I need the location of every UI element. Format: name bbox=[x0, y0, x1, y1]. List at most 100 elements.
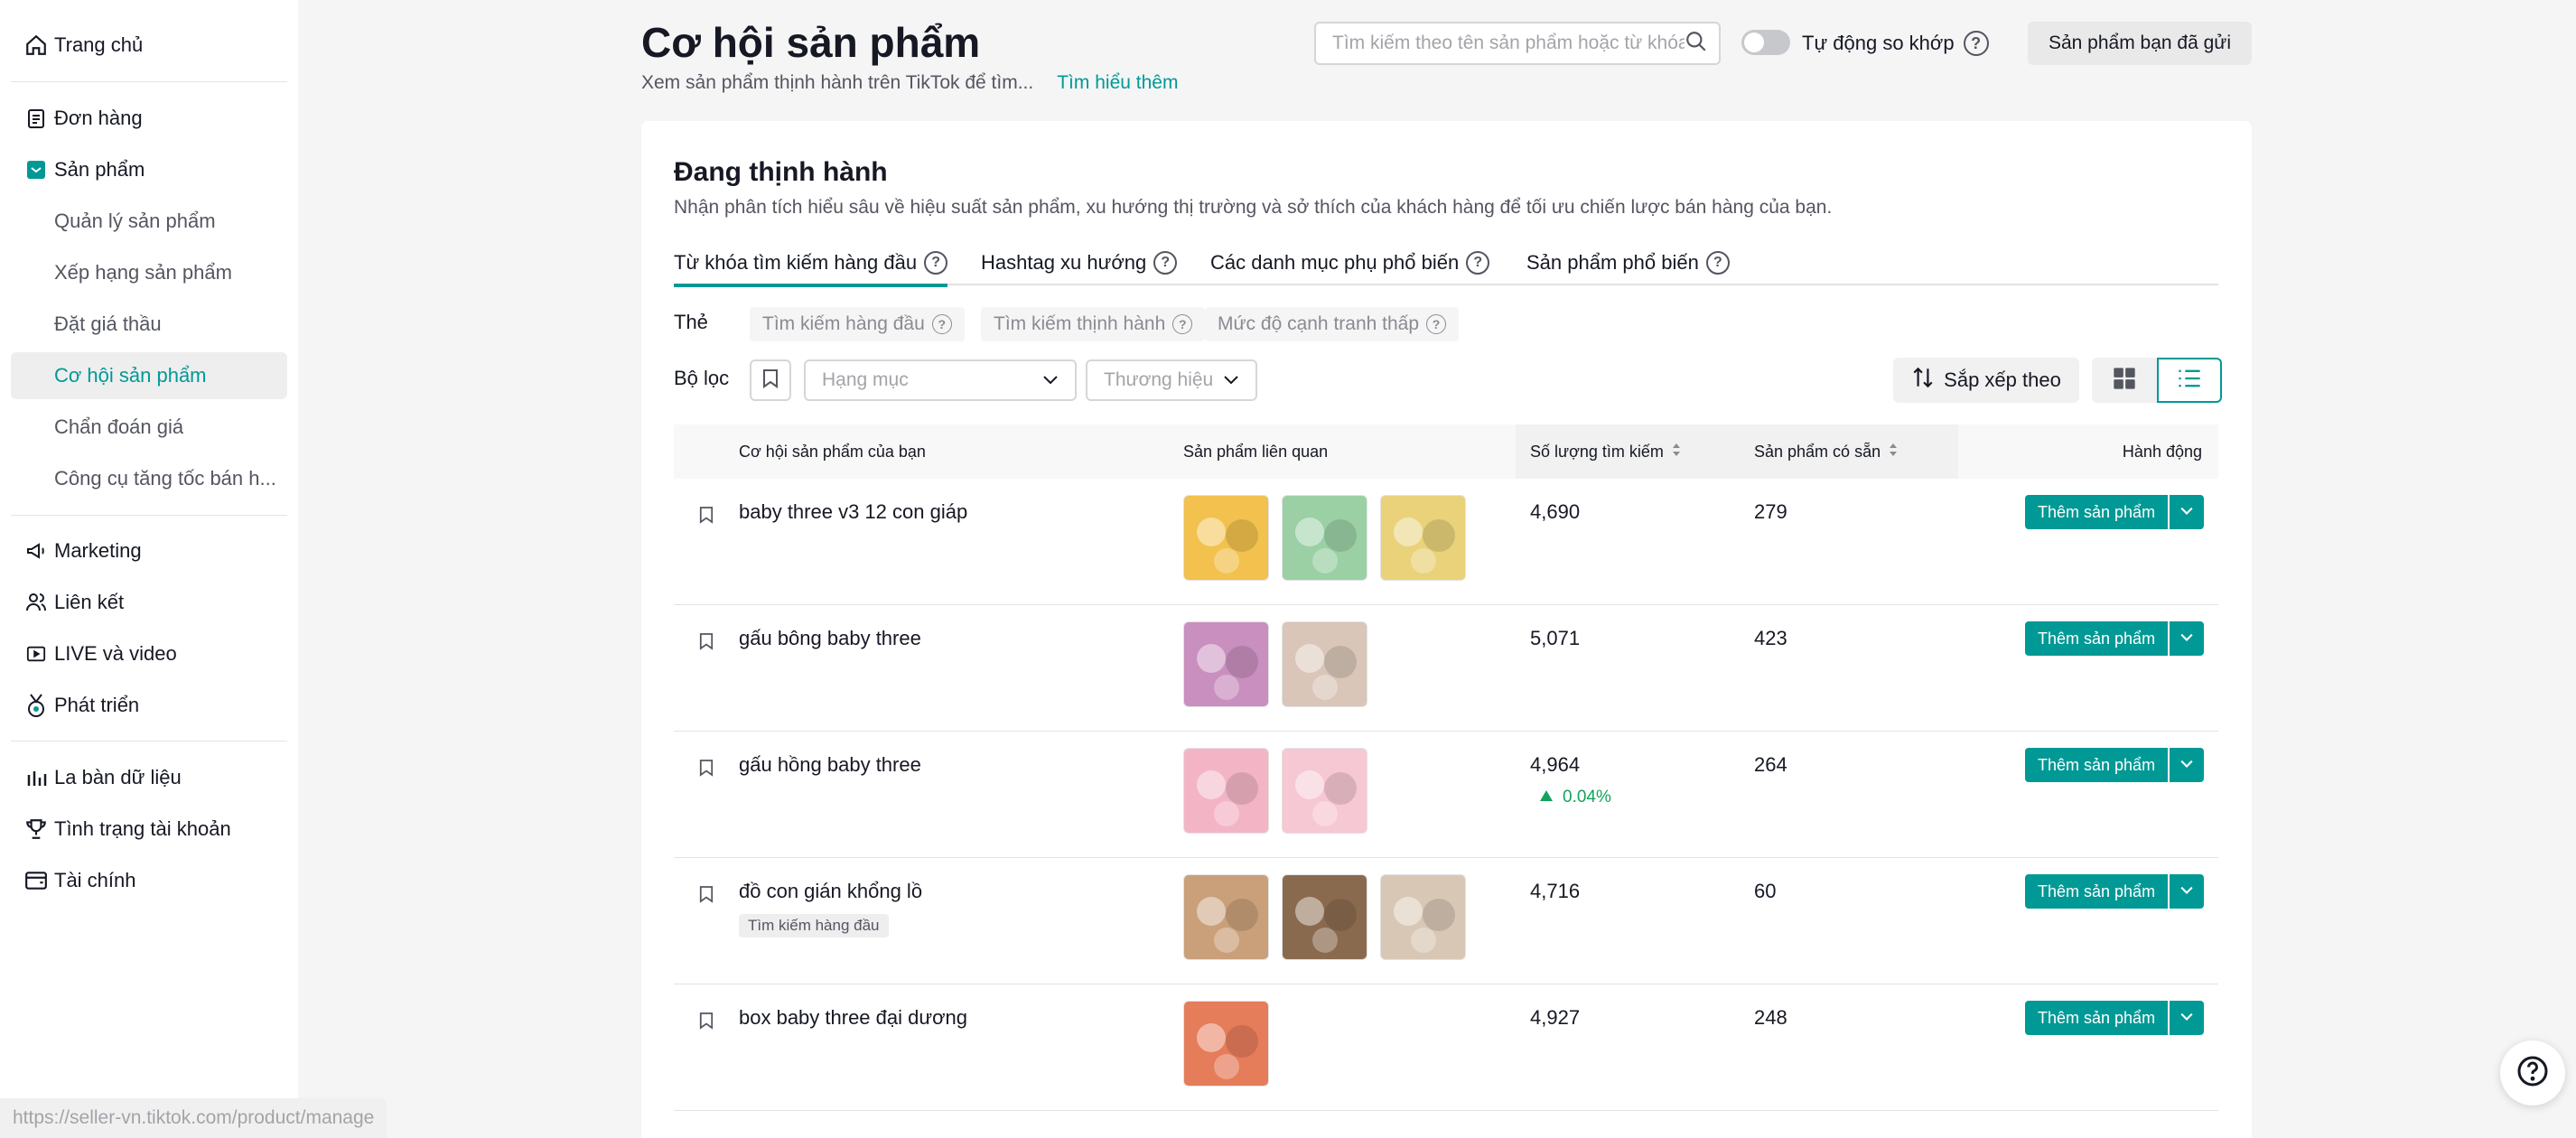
column-header-available-products[interactable]: Sản phẩm có sẵn bbox=[1741, 424, 1958, 479]
related-product-thumbnail[interactable] bbox=[1380, 495, 1466, 581]
row-actions: Thêm sản phẩm bbox=[2025, 495, 2205, 529]
bookmark-icon bbox=[762, 368, 779, 393]
sidebar-item-product-ranking[interactable]: Xếp hạng sản phẩm bbox=[11, 249, 287, 296]
learn-more-link[interactable]: Tìm hiểu thêm bbox=[1057, 72, 1178, 94]
bookmark-icon[interactable] bbox=[699, 506, 714, 528]
sidebar-item-products[interactable]: Sản phẩm bbox=[11, 146, 287, 193]
help-icon[interactable]: ? bbox=[1963, 31, 1989, 56]
people-icon bbox=[22, 588, 51, 617]
available-products-value: 264 bbox=[1754, 753, 1787, 776]
bar-chart-icon bbox=[22, 763, 51, 792]
card-description: Nhận phân tích hiểu sâu về hiệu suất sản… bbox=[674, 197, 1833, 218]
chip-trending-search[interactable]: Tìm kiếm thịnh hành ? bbox=[981, 307, 1206, 341]
table-header: Cơ hội sản phẩm của bạn Sản phẩm liên qu… bbox=[674, 424, 2218, 479]
add-product-button[interactable]: Thêm sản phẩm bbox=[2025, 748, 2169, 782]
column-header-search-volume[interactable]: Số lượng tìm kiếm bbox=[1516, 424, 1741, 479]
sidebar-item-manage-products[interactable]: Quản lý sản phẩm bbox=[11, 198, 287, 245]
search-field[interactable] bbox=[1314, 22, 1721, 65]
related-products bbox=[1183, 495, 1466, 581]
sent-products-button[interactable]: Sản phẩm bạn đã gửi bbox=[2028, 22, 2252, 65]
add-product-button[interactable]: Thêm sản phẩm bbox=[2025, 874, 2169, 909]
chevron-down-icon bbox=[2179, 757, 2194, 773]
trend-indicator: 0.04% bbox=[1539, 788, 1611, 807]
sidebar-item-data-compass[interactable]: La bàn dữ liệu bbox=[11, 754, 287, 801]
related-product-thumbnail[interactable] bbox=[1282, 495, 1367, 581]
bookmark-icon[interactable] bbox=[699, 885, 714, 908]
chevron-down-icon bbox=[1042, 369, 1059, 391]
related-product-thumbnail[interactable] bbox=[1183, 748, 1269, 834]
sidebar-divider bbox=[11, 741, 287, 742]
tab-trending-hashtags[interactable]: Hashtag xu hướng ? bbox=[981, 240, 1178, 285]
sidebar-item-live-video[interactable]: LIVE và video bbox=[11, 630, 287, 677]
home-icon bbox=[22, 31, 51, 60]
category-select[interactable]: Hạng mục bbox=[804, 359, 1077, 401]
help-icon[interactable]: ? bbox=[931, 314, 952, 334]
help-icon[interactable]: ? bbox=[1466, 251, 1490, 275]
chip-low-competition[interactable]: Mức độ cạnh tranh thấp ? bbox=[1205, 307, 1460, 341]
search-input[interactable] bbox=[1332, 33, 1685, 54]
tab-popular-subcategories[interactable]: Các danh mục phụ phổ biến ? bbox=[1210, 240, 1490, 285]
sidebar-item-home[interactable]: Trang chủ bbox=[11, 22, 287, 69]
related-products bbox=[1183, 874, 1466, 960]
help-icon[interactable]: ? bbox=[1172, 314, 1193, 334]
more-actions-dropdown[interactable] bbox=[2170, 1001, 2205, 1035]
help-icon[interactable]: ? bbox=[1426, 314, 1447, 334]
help-icon[interactable]: ? bbox=[1153, 251, 1178, 275]
add-product-button[interactable]: Thêm sản phẩm bbox=[2025, 1001, 2169, 1035]
chip-top-search[interactable]: Tìm kiếm hàng đầu ? bbox=[750, 307, 965, 341]
related-product-thumbnail[interactable] bbox=[1282, 748, 1367, 834]
help-icon[interactable]: ? bbox=[1705, 251, 1730, 275]
tab-popular-products[interactable]: Sản phẩm phổ biến ? bbox=[1526, 240, 1730, 285]
sidebar-item-affiliate[interactable]: Liên kết bbox=[11, 579, 287, 626]
list-view-button[interactable] bbox=[2157, 358, 2222, 403]
sort-button[interactable]: Sắp xếp theo bbox=[1893, 358, 2079, 403]
grid-view-button[interactable] bbox=[2092, 358, 2157, 403]
search-icon[interactable] bbox=[1685, 30, 1708, 58]
sidebar-item-growth[interactable]: Phát triển bbox=[11, 682, 287, 729]
chevron-down-icon bbox=[2179, 883, 2194, 900]
sidebar-item-product-opportunity[interactable]: Cơ hội sản phẩm bbox=[11, 352, 287, 399]
auto-match-toggle[interactable] bbox=[1741, 30, 1790, 55]
related-product-thumbnail[interactable] bbox=[1183, 621, 1269, 707]
brand-select[interactable]: Thương hiệu bbox=[1086, 359, 1257, 401]
related-product-thumbnail[interactable] bbox=[1282, 621, 1367, 707]
table-row: đồ con gián khổng lồ Tìm kiếm hàng đầu 4… bbox=[674, 858, 2218, 984]
add-product-button[interactable]: Thêm sản phẩm bbox=[2025, 621, 2169, 656]
chevron-down-icon bbox=[2179, 1010, 2194, 1026]
related-product-thumbnail[interactable] bbox=[1183, 874, 1269, 960]
trending-card: Đang thịnh hành Nhận phân tích hiểu sâu … bbox=[641, 121, 2252, 1138]
sidebar-item-orders[interactable]: Đơn hàng bbox=[11, 95, 287, 142]
related-products bbox=[1183, 1001, 1269, 1087]
row-actions: Thêm sản phẩm bbox=[2025, 874, 2205, 909]
search-volume-value: 4,716 bbox=[1530, 880, 1581, 902]
keyword-label: gấu bông baby three bbox=[739, 627, 921, 649]
trend-up-icon bbox=[1539, 788, 1554, 807]
sidebar-divider bbox=[11, 81, 287, 82]
available-products-value: 248 bbox=[1754, 1006, 1787, 1029]
related-product-thumbnail[interactable] bbox=[1380, 874, 1466, 960]
tab-top-search-keywords[interactable]: Từ khóa tìm kiếm hàng đầu ? bbox=[674, 240, 948, 287]
sidebar-item-bidding[interactable]: Đặt giá thầu bbox=[11, 301, 287, 348]
related-product-thumbnail[interactable] bbox=[1282, 874, 1367, 960]
bookmark-icon[interactable] bbox=[699, 759, 714, 781]
sidebar-item-price-diagnosis[interactable]: Chẩn đoán giá bbox=[11, 404, 287, 451]
sidebar-item-finance[interactable]: Tài chính bbox=[11, 857, 287, 904]
more-actions-dropdown[interactable] bbox=[2170, 495, 2205, 529]
status-url: https://seller-vn.tiktok.com/product/man… bbox=[0, 1098, 387, 1138]
bookmark-icon[interactable] bbox=[699, 632, 714, 655]
related-product-thumbnail[interactable] bbox=[1183, 1001, 1269, 1087]
more-actions-dropdown[interactable] bbox=[2170, 748, 2205, 782]
help-floating-button[interactable] bbox=[2500, 1040, 2565, 1105]
related-product-thumbnail[interactable] bbox=[1183, 495, 1269, 581]
add-product-button[interactable]: Thêm sản phẩm bbox=[2025, 495, 2169, 529]
available-products-value: 279 bbox=[1754, 500, 1787, 523]
sidebar-item-account-health[interactable]: Tình trạng tài khoản bbox=[11, 806, 287, 853]
bookmark-filter-button[interactable] bbox=[750, 359, 791, 401]
more-actions-dropdown[interactable] bbox=[2170, 621, 2205, 656]
more-actions-dropdown[interactable] bbox=[2170, 874, 2205, 909]
sidebar-item-sales-accelerator[interactable]: Công cụ tăng tốc bán h... bbox=[11, 455, 287, 502]
sidebar-item-marketing[interactable]: Marketing bbox=[11, 527, 287, 574]
help-icon[interactable]: ? bbox=[924, 251, 948, 275]
chevron-down-icon bbox=[2179, 504, 2194, 520]
bookmark-icon[interactable] bbox=[699, 1012, 714, 1034]
